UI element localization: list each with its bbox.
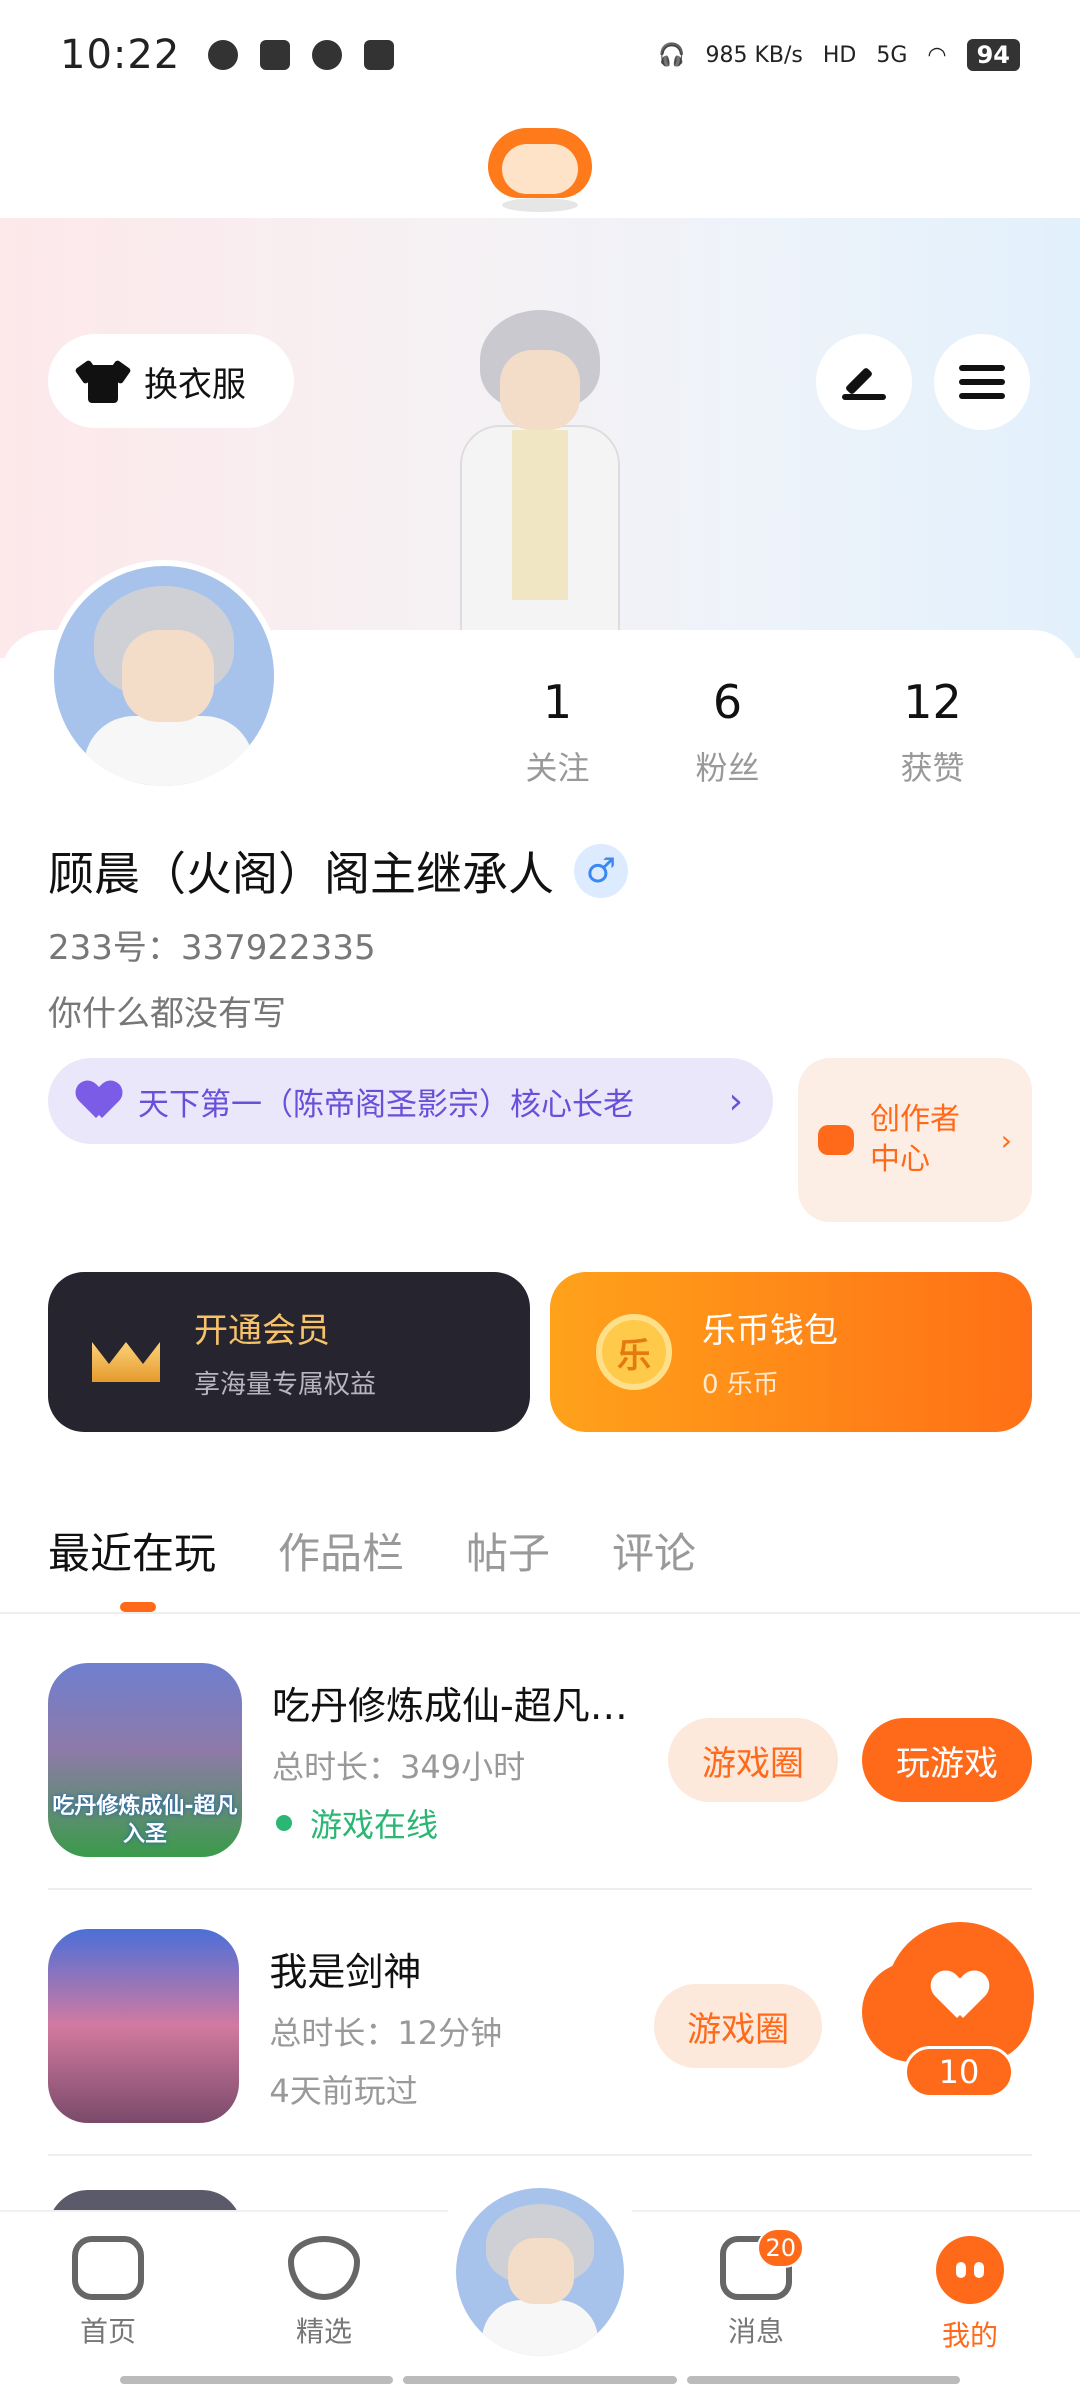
- change-outfit-label: 换衣服: [144, 364, 246, 405]
- stat-label: 关注: [525, 749, 590, 787]
- creator-center-button[interactable]: 创作者中心 ›: [798, 1058, 1032, 1222]
- username: 顾晨（火阁）阁主继承人: [48, 847, 554, 901]
- status-right: 🎧 985 KB/s HD 5G ◠ 94: [658, 39, 1020, 71]
- game-list-item[interactable]: 吃丹修炼成仙-超凡入圣 吃丹修炼成仙-超凡入圣 总时长：349小时 游戏在线 游…: [48, 1660, 1032, 1860]
- wifi-icon: ◠: [927, 42, 947, 68]
- stat-number: 12: [903, 675, 962, 729]
- game-circle-button[interactable]: 游戏圈: [668, 1718, 838, 1802]
- wallet-title: 乐币钱包: [702, 1311, 838, 1351]
- me-face-icon: [936, 2236, 1004, 2304]
- shirt-icon: [74, 359, 132, 403]
- divider: [48, 1888, 1032, 1890]
- edit-profile-button[interactable]: [816, 334, 912, 430]
- heart-icon: [78, 1082, 120, 1120]
- stat-number: 6: [712, 675, 743, 729]
- tab-comments[interactable]: 评论: [612, 1520, 696, 1612]
- profile-avatar[interactable]: [48, 560, 280, 792]
- tab-recent-played[interactable]: 最近在玩: [48, 1520, 216, 1612]
- nav-me[interactable]: 我的: [900, 2236, 1040, 2354]
- game-name: 吃丹修炼成仙-超凡入圣: [272, 1683, 662, 1728]
- signal-indicator: 5G: [876, 42, 908, 68]
- user-bio: 你什么都没有写: [48, 994, 286, 1034]
- chevron-right-icon: ›: [1000, 1123, 1012, 1157]
- chevron-right-icon: ›: [728, 1080, 743, 1122]
- headphones-icon: 🎧: [658, 42, 686, 68]
- menu-icon: [959, 365, 1005, 399]
- nav-avatar-button[interactable]: [456, 2188, 624, 2356]
- gamepad-icon: [818, 1125, 854, 1155]
- tab-posts[interactable]: 帖子: [466, 1520, 550, 1612]
- net-speed: 985 KB/s: [705, 42, 803, 68]
- guild-title-chip[interactable]: 天下第一（陈帝阁圣影宗）核心长老 ›: [48, 1058, 773, 1144]
- stat-likes[interactable]: 12 获赞: [830, 675, 1035, 789]
- divider: [0, 1612, 1080, 1614]
- game-name: 我是剑神: [269, 1949, 422, 1994]
- clock: 10:22: [60, 32, 181, 78]
- nav-home[interactable]: 首页: [38, 2236, 178, 2350]
- game-duration: 总时长：349小时: [272, 1747, 526, 1786]
- heart-icon: [288, 2236, 360, 2300]
- nav-label: 精选: [295, 2315, 352, 2348]
- coin-icon: 乐: [596, 1314, 672, 1390]
- nav-label: 消息: [727, 2315, 784, 2348]
- game-thumbnail[interactable]: 吃丹修炼成仙-超凡入圣: [48, 1663, 242, 1857]
- online-dot-icon: [276, 1814, 292, 1831]
- stat-followers[interactable]: 6 粉丝: [625, 675, 830, 789]
- browser-icon: [208, 40, 239, 70]
- thumbnail-caption: 吃丹修炼成仙-超凡入圣: [52, 1794, 238, 1847]
- tab-works[interactable]: 作品栏: [278, 1520, 404, 1612]
- crown-notify-icon: [364, 40, 395, 70]
- profile-stats: 1 关注 6 粉丝 12 获赞: [490, 675, 1050, 789]
- game-online-status: 游戏在线: [272, 1800, 662, 1846]
- play-game-button[interactable]: 玩游戏: [862, 1718, 1032, 1802]
- wechat-icon: [312, 40, 343, 70]
- vip-title: 开通会员: [194, 1311, 330, 1351]
- app-header: [0, 100, 1080, 220]
- change-outfit-button[interactable]: 换衣服: [48, 334, 294, 428]
- floating-like-button[interactable]: 10: [862, 1922, 1034, 2102]
- nav-label: 首页: [79, 2315, 136, 2348]
- user-id: 233号：337922335: [48, 928, 376, 968]
- like-count: 10: [904, 2046, 1014, 2098]
- stat-label: 粉丝: [695, 749, 760, 787]
- username-row: 顾晨（火阁）阁主继承人 ♂: [48, 838, 628, 904]
- vip-subtitle: 享海量专属权益: [194, 1370, 377, 1400]
- mascot-logo-icon: [480, 108, 600, 212]
- wallet-balance: 0 乐币: [702, 1370, 779, 1400]
- game-circle-button[interactable]: 游戏圈: [654, 1984, 822, 2068]
- game-duration: 总时长：12分钟: [269, 2013, 503, 2052]
- edit-icon: [842, 364, 886, 400]
- divider: [48, 2154, 1032, 2156]
- hd-indicator: HD: [822, 42, 857, 68]
- stat-following[interactable]: 1 关注: [490, 675, 625, 789]
- last-played: 4天前玩过: [269, 2071, 418, 2110]
- nav-label: 我的: [941, 2319, 998, 2352]
- guild-title-text: 天下第一（陈帝阁圣影宗）核心长老: [138, 1086, 634, 1123]
- male-gender-icon: ♂: [574, 844, 628, 898]
- stat-number: 1: [542, 675, 573, 729]
- heart-icon: [933, 1972, 987, 2020]
- tiktok-icon: [260, 40, 291, 70]
- status-bar: 10:22 🎧 985 KB/s HD 5G ◠ 94: [0, 0, 1080, 110]
- battery-indicator: 94: [966, 39, 1020, 71]
- avatar-3d-character[interactable]: [450, 310, 630, 660]
- stat-label: 获赞: [900, 749, 965, 787]
- notification-icons: [208, 40, 395, 70]
- nav-messages[interactable]: 20 消息: [686, 2228, 826, 2350]
- menu-button[interactable]: [934, 334, 1030, 430]
- gesture-bar: [120, 2376, 960, 2384]
- crown-icon: [88, 1322, 164, 1382]
- chat-icon: 20: [720, 2228, 804, 2300]
- creator-center-label: 创作者中心: [870, 1102, 960, 1177]
- gamepad-icon: [72, 2236, 144, 2300]
- game-thumbnail[interactable]: [48, 1929, 240, 2123]
- profile-tabs: 最近在玩 作品栏 帖子 评论: [48, 1520, 696, 1612]
- vip-membership-card[interactable]: 开通会员 享海量专属权益: [48, 1272, 530, 1432]
- nav-featured[interactable]: 精选: [254, 2236, 394, 2350]
- coin-wallet-card[interactable]: 乐 乐币钱包 0 乐币: [550, 1272, 1032, 1432]
- message-badge: 20: [757, 2228, 804, 2268]
